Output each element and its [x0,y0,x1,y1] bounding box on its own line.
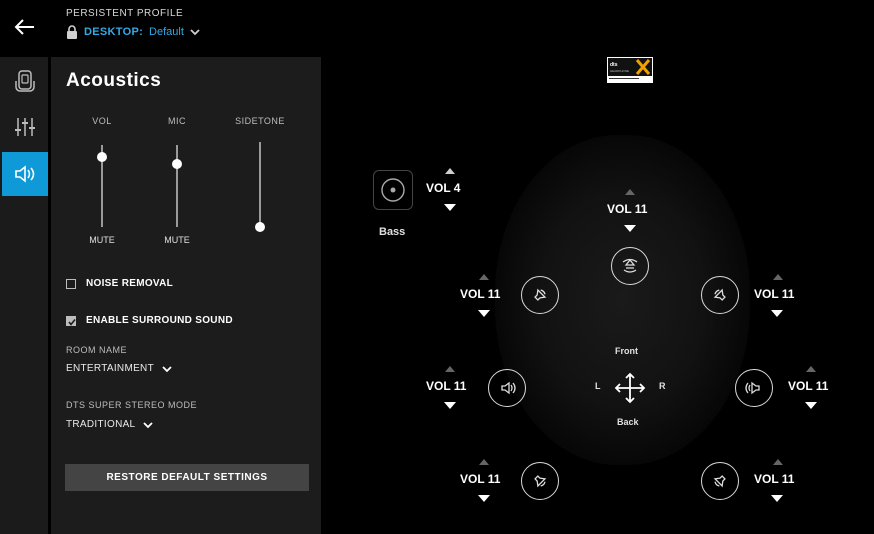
rear-right-vol-label: VOL 11 [754,472,795,486]
front-right-speaker-button[interactable] [701,276,739,314]
side-left-speaker-button[interactable] [488,369,526,407]
compass-back-label: Back [617,417,639,427]
acoustics-icon [15,165,35,183]
dts-headphone-x-logo: dts HEADPHONE [607,57,653,83]
side-left-speaker-icon [501,381,516,395]
front-left-vol-up[interactable] [479,274,489,280]
chevron-down-icon [190,29,200,36]
chevron-down-icon [143,421,154,428]
side-right-speaker-button[interactable] [735,369,773,407]
panel-title: Acoustics [66,70,162,91]
move-arrows-icon[interactable] [614,372,646,404]
sidetone-slider-label: SIDETONE [235,116,285,126]
compass-left-label: L [595,381,601,391]
front-left-vol-down[interactable] [478,310,490,317]
profile-selector[interactable]: DESKTOP: Default [66,25,200,39]
mic-slider-thumb[interactable] [172,159,182,169]
vol-mute-label: MUTE [89,235,115,245]
back-arrow-icon[interactable] [12,14,38,40]
rear-left-speaker-icon [534,475,547,488]
chevron-down-icon [162,365,172,372]
subwoofer-icon [381,178,405,202]
side-left-vol-label: VOL 11 [426,379,467,393]
lock-icon [67,25,77,39]
front-left-vol-label: VOL 11 [460,287,501,301]
profile-value: Default [149,26,184,38]
acoustics-panel [51,57,321,534]
vol-slider-label: VOL [92,116,112,126]
mic-slider-label: MIC [168,116,186,126]
side-left-vol-up[interactable] [445,366,455,372]
room-name-caption: ROOM NAME [66,345,128,355]
side-right-speaker-icon [745,381,760,395]
side-left-vol-down[interactable] [444,402,456,409]
front-left-speaker-icon [534,288,547,301]
checkmark-icon [68,319,76,326]
bass-label: Bass [379,226,406,238]
side-rail [0,57,48,534]
noise-removal-label: NOISE REMOVAL [86,278,174,289]
restore-defaults-button[interactable]: RESTORE DEFAULT SETTINGS [65,464,309,491]
bass-button[interactable] [373,170,413,210]
rear-left-speaker-button[interactable] [521,462,559,500]
rear-right-vol-down[interactable] [771,495,783,502]
side-right-vol-up[interactable] [806,366,816,372]
front-right-vol-down[interactable] [771,310,783,317]
surround-label: ENABLE SURROUND SOUND [86,315,233,326]
sidetone-slider-thumb[interactable] [255,222,265,232]
noise-removal-checkbox[interactable] [66,279,76,289]
front-right-speaker-icon [713,288,726,301]
front-right-vol-up[interactable] [773,274,783,280]
surround-checkbox[interactable] [66,316,76,326]
front-right-vol-label: VOL 11 [754,287,795,301]
rear-left-vol-label: VOL 11 [460,472,501,486]
center-speaker-icon [622,258,638,273]
rail-item-device[interactable] [2,60,48,104]
compass-front-label: Front [615,346,638,356]
bass-vol-label: VOL 4 [426,181,461,195]
dts-mode-caption: DTS SUPER STEREO MODE [66,400,198,410]
equalizer-icon [15,118,35,136]
rear-left-vol-down[interactable] [478,495,490,502]
svg-text:HEADPHONE: HEADPHONE [610,69,629,73]
bass-vol-down[interactable] [444,204,456,211]
room-name-value: ENTERTAINMENT [66,363,154,374]
side-right-vol-label: VOL 11 [788,379,829,393]
rear-right-vol-up[interactable] [773,459,783,465]
profile-caption: PERSISTENT PROFILE [66,8,184,19]
device-icon [15,70,35,92]
rear-left-vol-up[interactable] [479,459,489,465]
dts-mode-select[interactable]: TRADITIONAL [66,419,154,430]
front-left-speaker-button[interactable] [521,276,559,314]
room-name-select[interactable]: ENTERTAINMENT [66,363,172,374]
rear-right-speaker-button[interactable] [701,462,739,500]
center-vol-down[interactable] [624,225,636,232]
center-vol-up[interactable] [625,189,635,195]
compass-right-label: R [659,381,666,391]
center-vol-label: VOL 11 [607,202,648,216]
rail-item-acoustics[interactable] [2,152,48,196]
dts-mode-value: TRADITIONAL [66,419,136,430]
mic-slider-track[interactable] [176,145,178,227]
side-right-vol-down[interactable] [805,402,817,409]
rail-item-equalizer[interactable] [2,105,48,149]
rear-right-speaker-icon [713,475,726,488]
mic-mute-label: MUTE [164,235,190,245]
profile-name: DESKTOP: [84,26,144,38]
vol-slider-thumb[interactable] [97,152,107,162]
center-speaker-button[interactable] [611,247,649,285]
bass-vol-up[interactable] [445,168,455,174]
sidetone-slider-track[interactable] [259,142,261,227]
svg-text:dts: dts [610,62,618,68]
